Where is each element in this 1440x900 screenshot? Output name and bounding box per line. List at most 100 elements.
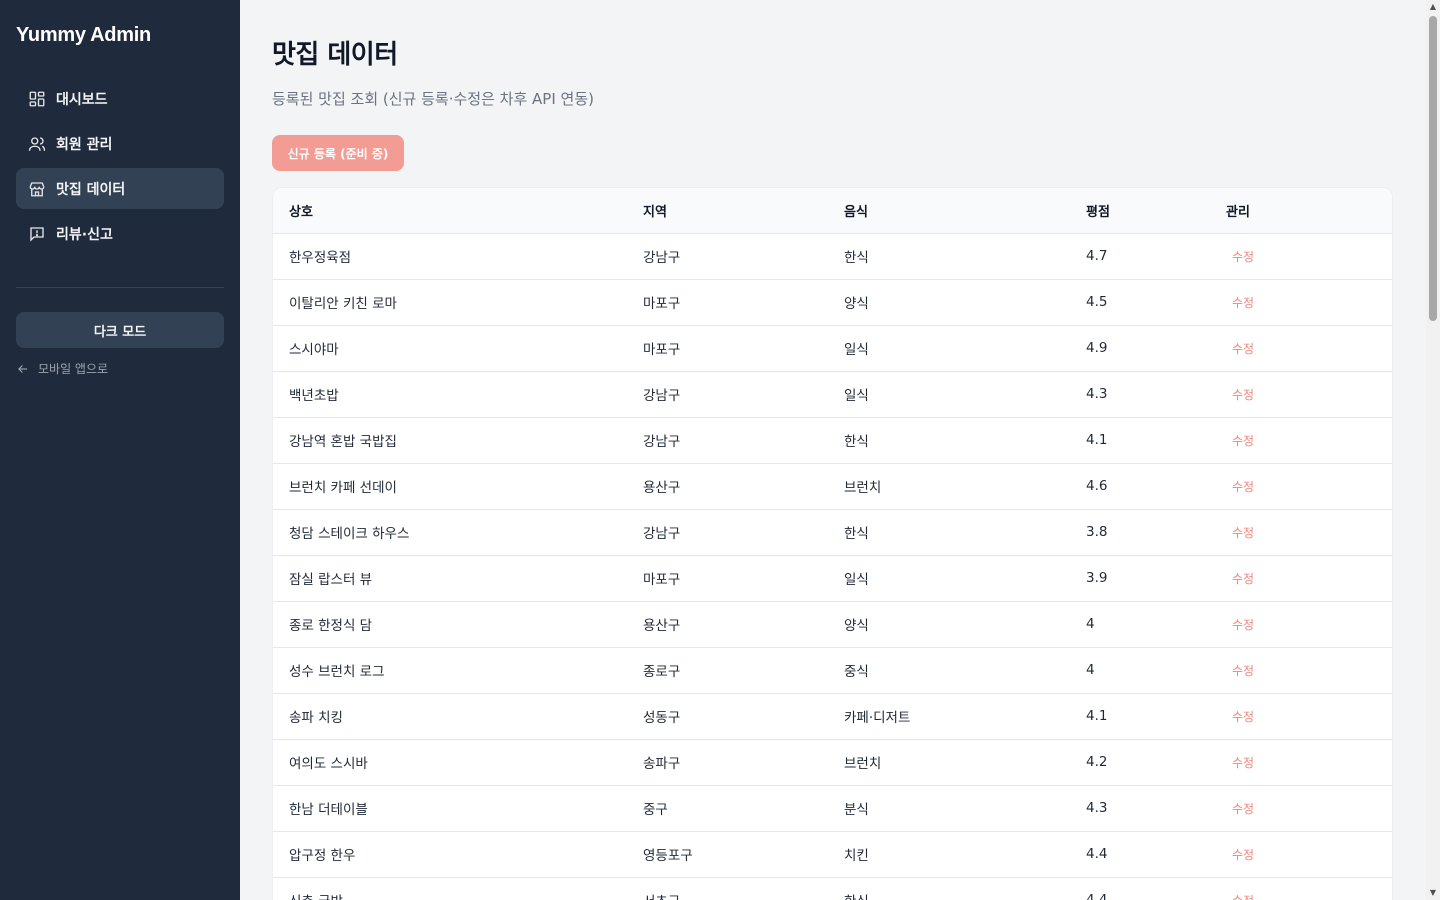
cell-name: 성수 브런치 로그 [273, 647, 643, 694]
cell-rating: 4.3 [1086, 371, 1226, 418]
cell-rating: 4.2 [1086, 739, 1226, 786]
cell-food: 한식 [844, 233, 1086, 280]
sidebar: Yummy Admin 대시보드 회원 관리 맛집 데이터 리뷰·신고 다크 모… [0, 0, 240, 900]
cell-manage: 수정 [1226, 739, 1392, 786]
scroll-up-icon[interactable]: ▲ [1429, 3, 1437, 11]
message-alert-icon [30, 226, 44, 242]
edit-link[interactable]: 수정 [1226, 664, 1254, 678]
cell-region: 서초구 [643, 877, 844, 900]
cell-name: 이탈리안 키친 로마 [273, 279, 643, 326]
cell-name: 종로 한정식 담 [273, 601, 643, 648]
cell-region: 용산구 [643, 463, 844, 510]
edit-link[interactable]: 수정 [1226, 802, 1254, 816]
edit-link[interactable]: 수정 [1226, 526, 1254, 540]
edit-link[interactable]: 수정 [1226, 756, 1254, 770]
cell-region: 송파구 [643, 739, 844, 786]
edit-link[interactable]: 수정 [1226, 480, 1254, 494]
cell-region: 강남구 [643, 417, 844, 464]
cell-manage: 수정 [1226, 509, 1392, 556]
table-row: 잠실 랍스터 뷰 마포구 일식 3.9 수정 [273, 555, 1392, 602]
cell-rating: 4 [1086, 601, 1226, 648]
cell-region: 강남구 [643, 509, 844, 556]
cell-food: 중식 [844, 647, 1086, 694]
cell-manage: 수정 [1226, 693, 1392, 740]
column-header-rating: 평점 [1086, 188, 1226, 234]
cell-region: 마포구 [643, 279, 844, 326]
column-header-name: 상호 [273, 188, 643, 234]
cell-rating: 4.9 [1086, 325, 1226, 372]
restaurant-table-card: 상호 지역 음식 평점 관리 한우정육점 강남구 한식 4.7 수정 이탈리안 키친 로마… [272, 187, 1393, 900]
scrollbar-thumb[interactable] [1429, 16, 1437, 321]
cell-rating: 4 [1086, 647, 1226, 694]
back-to-mobile-link[interactable]: 모바일 앱으로 [16, 360, 108, 377]
cell-rating: 4.4 [1086, 831, 1226, 878]
cell-manage: 수정 [1226, 785, 1392, 832]
cell-manage: 수정 [1226, 647, 1392, 694]
edit-link[interactable]: 수정 [1226, 434, 1254, 448]
edit-link[interactable]: 수정 [1226, 572, 1254, 586]
table-row: 이탈리안 키친 로마 마포구 양식 4.5 수정 [273, 279, 1392, 326]
table-row: 브런치 카페 선데이 용산구 브런치 4.6 수정 [273, 463, 1392, 510]
arrow-left-icon [18, 364, 28, 373]
cell-name: 압구정 한우 [273, 831, 643, 878]
cell-food: 분식 [844, 785, 1086, 832]
cell-rating: 4.4 [1086, 877, 1226, 900]
column-header-region: 지역 [643, 188, 844, 234]
dashboard-icon [29, 91, 45, 106]
sidebar-item-label: 대시보드 [56, 91, 108, 108]
cell-name: 신촌 국밥 [273, 877, 643, 900]
table-row: 신촌 국밥서초구한식4.4수정 [273, 877, 1392, 900]
edit-link[interactable]: 수정 [1226, 894, 1254, 900]
cell-region: 종로구 [643, 647, 844, 694]
cell-food: 일식 [844, 325, 1086, 372]
scroll-down-icon[interactable]: ▼ [1429, 889, 1437, 897]
cell-manage: 수정 [1226, 417, 1392, 464]
table-row: 여의도 스시바 송파구 브런치 4.2 수정 [273, 739, 1392, 786]
back-link-label: 모바일 앱으로 [38, 362, 109, 376]
edit-link[interactable]: 수정 [1226, 342, 1254, 356]
restaurant-table: 상호 지역 음식 평점 관리 한우정육점 강남구 한식 4.7 수정 이탈리안 키친 로마… [273, 188, 1392, 900]
table-row: 스시야마 마포구 일식 4.9 수정 [273, 325, 1392, 372]
edit-link[interactable]: 수정 [1226, 618, 1254, 632]
sidebar-item-reviews[interactable]: 리뷰·신고 [16, 213, 224, 254]
sidebar-item-restaurants[interactable]: 맛집 데이터 [16, 168, 224, 209]
cell-food: 양식 [844, 601, 1086, 648]
page-scrollbar[interactable]: ▲ ▼ [1426, 0, 1440, 900]
edit-link[interactable]: 수정 [1226, 250, 1254, 264]
cell-manage: 수정 [1226, 601, 1392, 648]
cell-food: 카페·디저트 [844, 693, 1086, 740]
dark-mode-button[interactable]: 다크 모드 [16, 312, 224, 348]
cell-region: 영등포구 [643, 831, 844, 878]
table-row: 백년초밥 강남구 일식 4.3 수정 [273, 371, 1392, 418]
edit-link[interactable]: 수정 [1226, 710, 1254, 724]
cell-region: 성동구 [643, 693, 844, 740]
sidebar-item-members[interactable]: 회원 관리 [16, 123, 224, 164]
cell-region: 용산구 [643, 601, 844, 648]
table-row: 한우정육점 강남구 한식 4.7 수정 [273, 233, 1392, 280]
table-row: 송파 치킹 성동구 카페·디저트 4.1 수정 [273, 693, 1392, 740]
cell-manage: 수정 [1226, 877, 1392, 900]
cell-name: 청담 스테이크 하우스 [273, 509, 643, 556]
page-title: 맛집 데이터 [272, 40, 398, 70]
edit-link[interactable]: 수정 [1226, 296, 1254, 310]
edit-link[interactable]: 수정 [1226, 388, 1254, 402]
store-icon [29, 181, 45, 196]
table-row: 성수 브런치 로그 종로구 중식 4 수정 [273, 647, 1392, 694]
sidebar-item-label: 리뷰·신고 [56, 226, 113, 243]
cell-rating: 4.6 [1086, 463, 1226, 510]
edit-link[interactable]: 수정 [1226, 848, 1254, 862]
column-header-food: 음식 [844, 188, 1086, 234]
table-row: 강남역 혼밥 국밥집 강남구 한식 4.1 수정 [273, 417, 1392, 464]
table-header-row: 상호 지역 음식 평점 관리 [273, 188, 1392, 234]
cell-region: 중구 [643, 785, 844, 832]
sidebar-item-label: 회원 관리 [56, 136, 113, 153]
table-row: 한남 더테이블 중구 분식 4.3 수정 [273, 785, 1392, 832]
cell-food: 한식 [844, 509, 1086, 556]
cell-rating: 3.8 [1086, 509, 1226, 556]
cell-rating: 3.9 [1086, 555, 1226, 602]
sidebar-item-dashboard[interactable]: 대시보드 [16, 78, 224, 119]
cell-manage: 수정 [1226, 371, 1392, 418]
cell-manage: 수정 [1226, 325, 1392, 372]
new-restaurant-button[interactable]: 신규 등록 (준비 중) [272, 135, 404, 171]
cell-name: 잠실 랍스터 뷰 [273, 555, 643, 602]
